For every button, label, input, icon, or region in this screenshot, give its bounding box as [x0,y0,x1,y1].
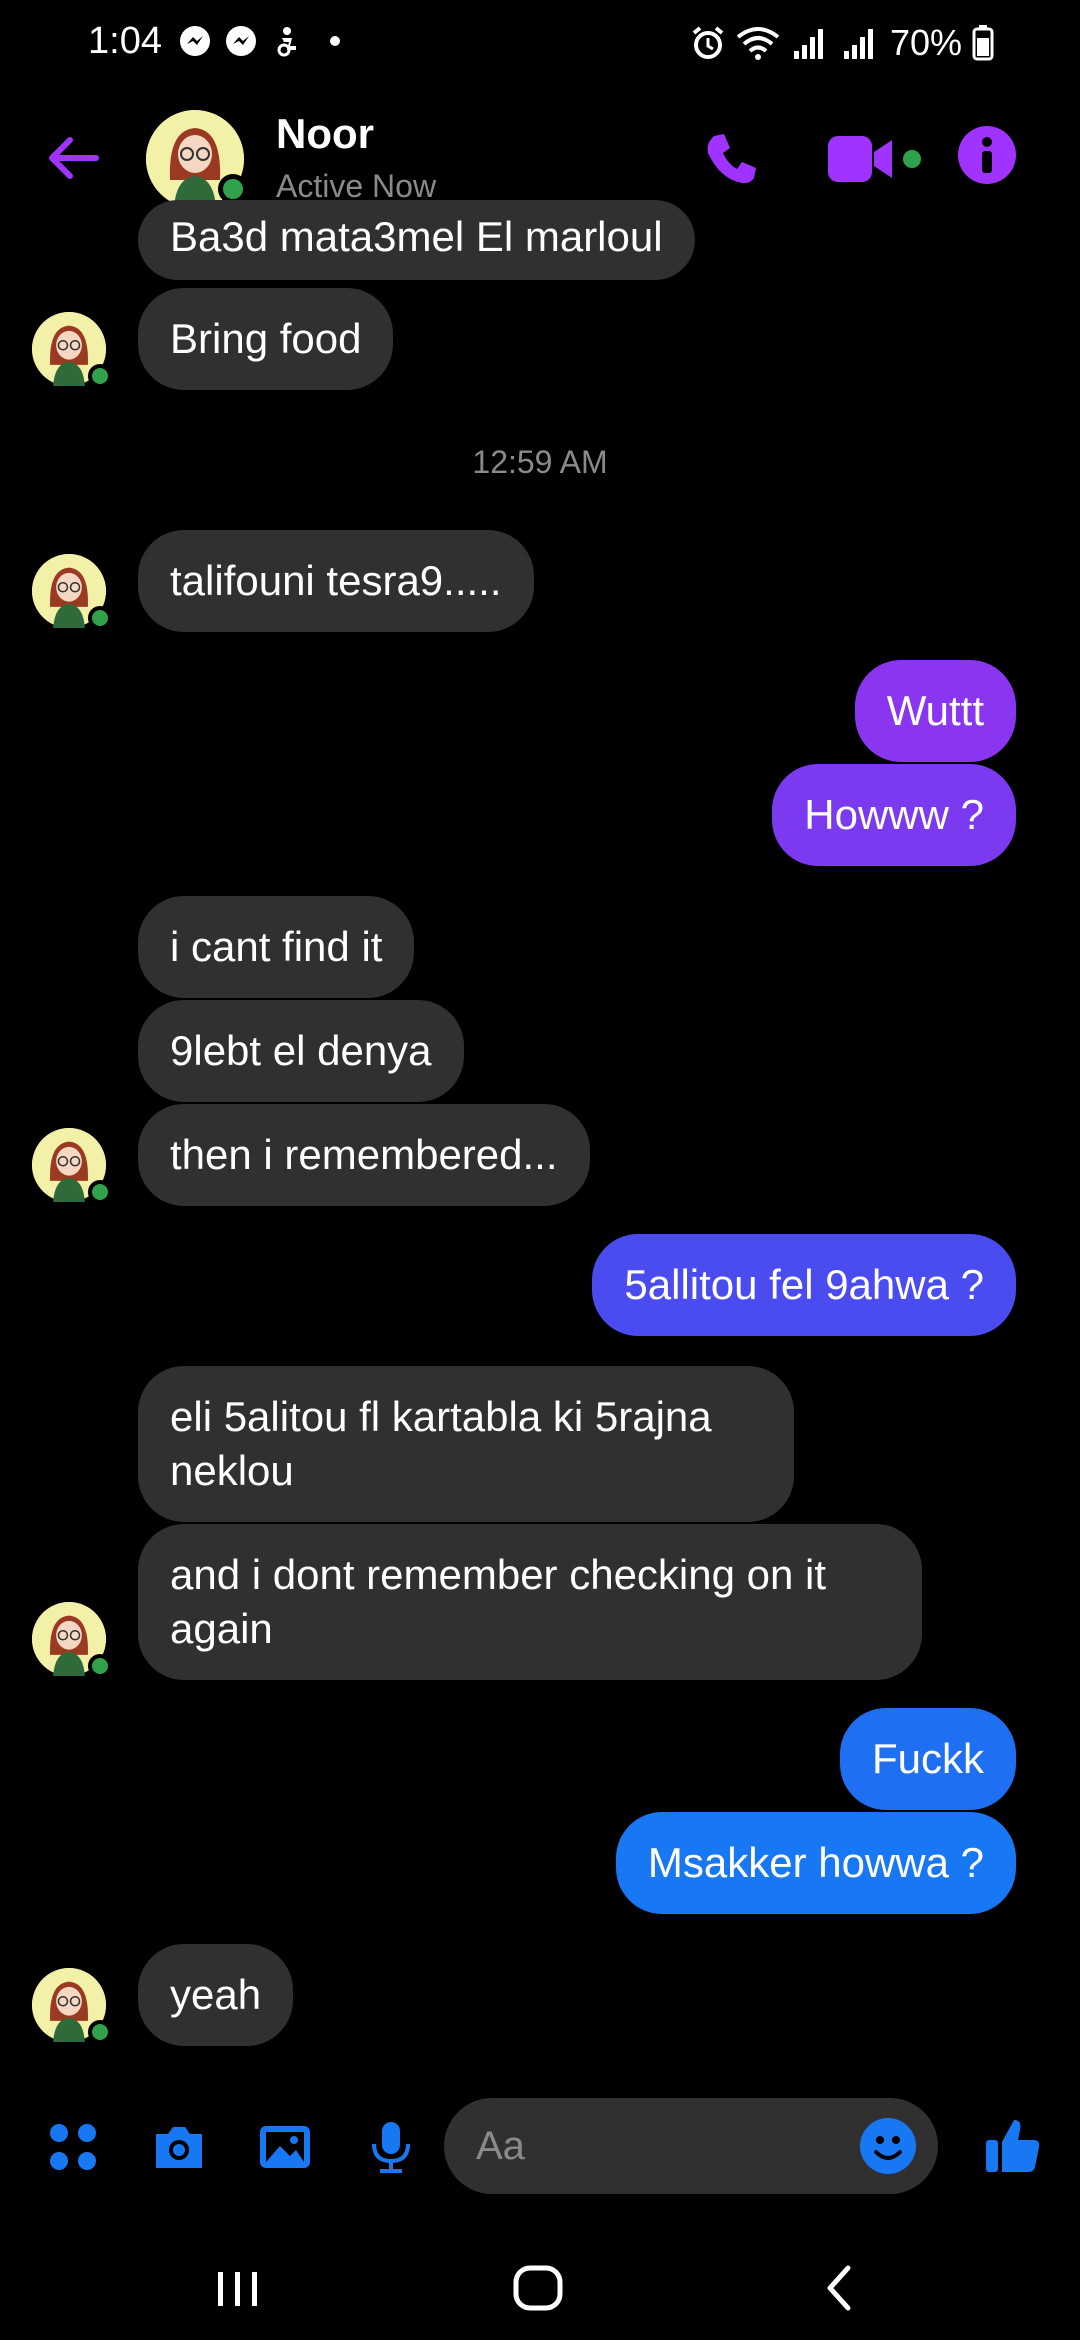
emoji-button[interactable] [860,2118,916,2174]
camera-icon[interactable] [150,2118,208,2176]
video-call-icon[interactable] [826,130,926,188]
sender-avatar[interactable] [32,312,112,388]
message-timestamp: 12:59 AM [472,444,608,480]
sender-avatar[interactable] [32,554,112,630]
battery-icon [972,25,994,61]
message-bubble[interactable]: Wuttt [854,660,1016,762]
signal-icon [793,29,823,59]
message-bubble[interactable]: talifouni tesra9..... [138,530,534,632]
more-notifications-dot [330,36,340,46]
back-arrow-icon[interactable] [44,128,104,188]
sender-avatar[interactable] [32,1968,112,2044]
online-indicator [88,2020,112,2044]
message-bubble[interactable]: Fuckk [839,1708,1016,1810]
message-bubble[interactable]: i cant find it [138,896,415,998]
message-bubble[interactable]: Bring food [138,288,394,390]
recent-apps-icon[interactable] [208,2258,268,2318]
message-input[interactable]: Aa [444,2098,938,2194]
battery-percentage: 70% [889,22,962,63]
notification-icons [178,24,340,58]
messenger-icon [226,26,256,56]
status-time: 1:04 [88,20,162,62]
phone-icon[interactable] [700,128,762,190]
message-input-placeholder: Aa [476,2124,525,2168]
back-icon[interactable] [810,2258,870,2318]
message-bubble[interactable]: yeah [138,1944,294,2046]
message-bubble[interactable]: 9lebt el denya [138,1000,464,1102]
alarm-icon [692,26,724,59]
message-bubble[interactable]: and i dont remember checking on it again [138,1524,922,1680]
message-bubble[interactable]: Ba3d mata3mel El marloul [138,200,695,280]
gallery-icon[interactable] [256,2118,314,2176]
info-button[interactable] [958,126,1016,184]
message-composer: Aa [0,2096,1080,2196]
message-bubble[interactable]: then i remembered... [138,1104,590,1206]
sender-avatar[interactable] [32,1128,112,1204]
wifi-icon [736,27,780,60]
message-bubble[interactable]: Howww ? [772,764,1016,866]
info-icon [982,137,992,173]
emoji-icon [874,2136,902,2160]
status-bar: 1:04 70% [0,0,1080,84]
contact-name[interactable]: Noor [276,110,374,158]
online-indicator [88,606,112,630]
message-bubble[interactable]: Msakker howwa ? [615,1812,1016,1914]
system-nav-bar [0,2240,1080,2340]
online-indicator [88,1654,112,1678]
sender-avatar[interactable] [32,1602,112,1678]
message-bubble[interactable]: eli 5alitou fl kartabla ki 5rajna neklou [138,1366,794,1522]
status-right: 70% [690,22,994,64]
microphone-icon[interactable] [362,2118,420,2176]
apps-menu-icon[interactable] [44,2118,102,2176]
accessibility-icon [277,27,296,57]
home-icon[interactable] [508,2258,568,2318]
signal-icon [843,29,873,59]
online-indicator [88,364,112,388]
online-indicator [88,1180,112,1204]
messenger-icon [180,26,210,56]
thumbs-up-icon[interactable] [982,2114,1044,2176]
message-bubble[interactable]: 5allitou fel 9ahwa ? [592,1234,1016,1336]
contact-avatar[interactable] [146,110,248,208]
